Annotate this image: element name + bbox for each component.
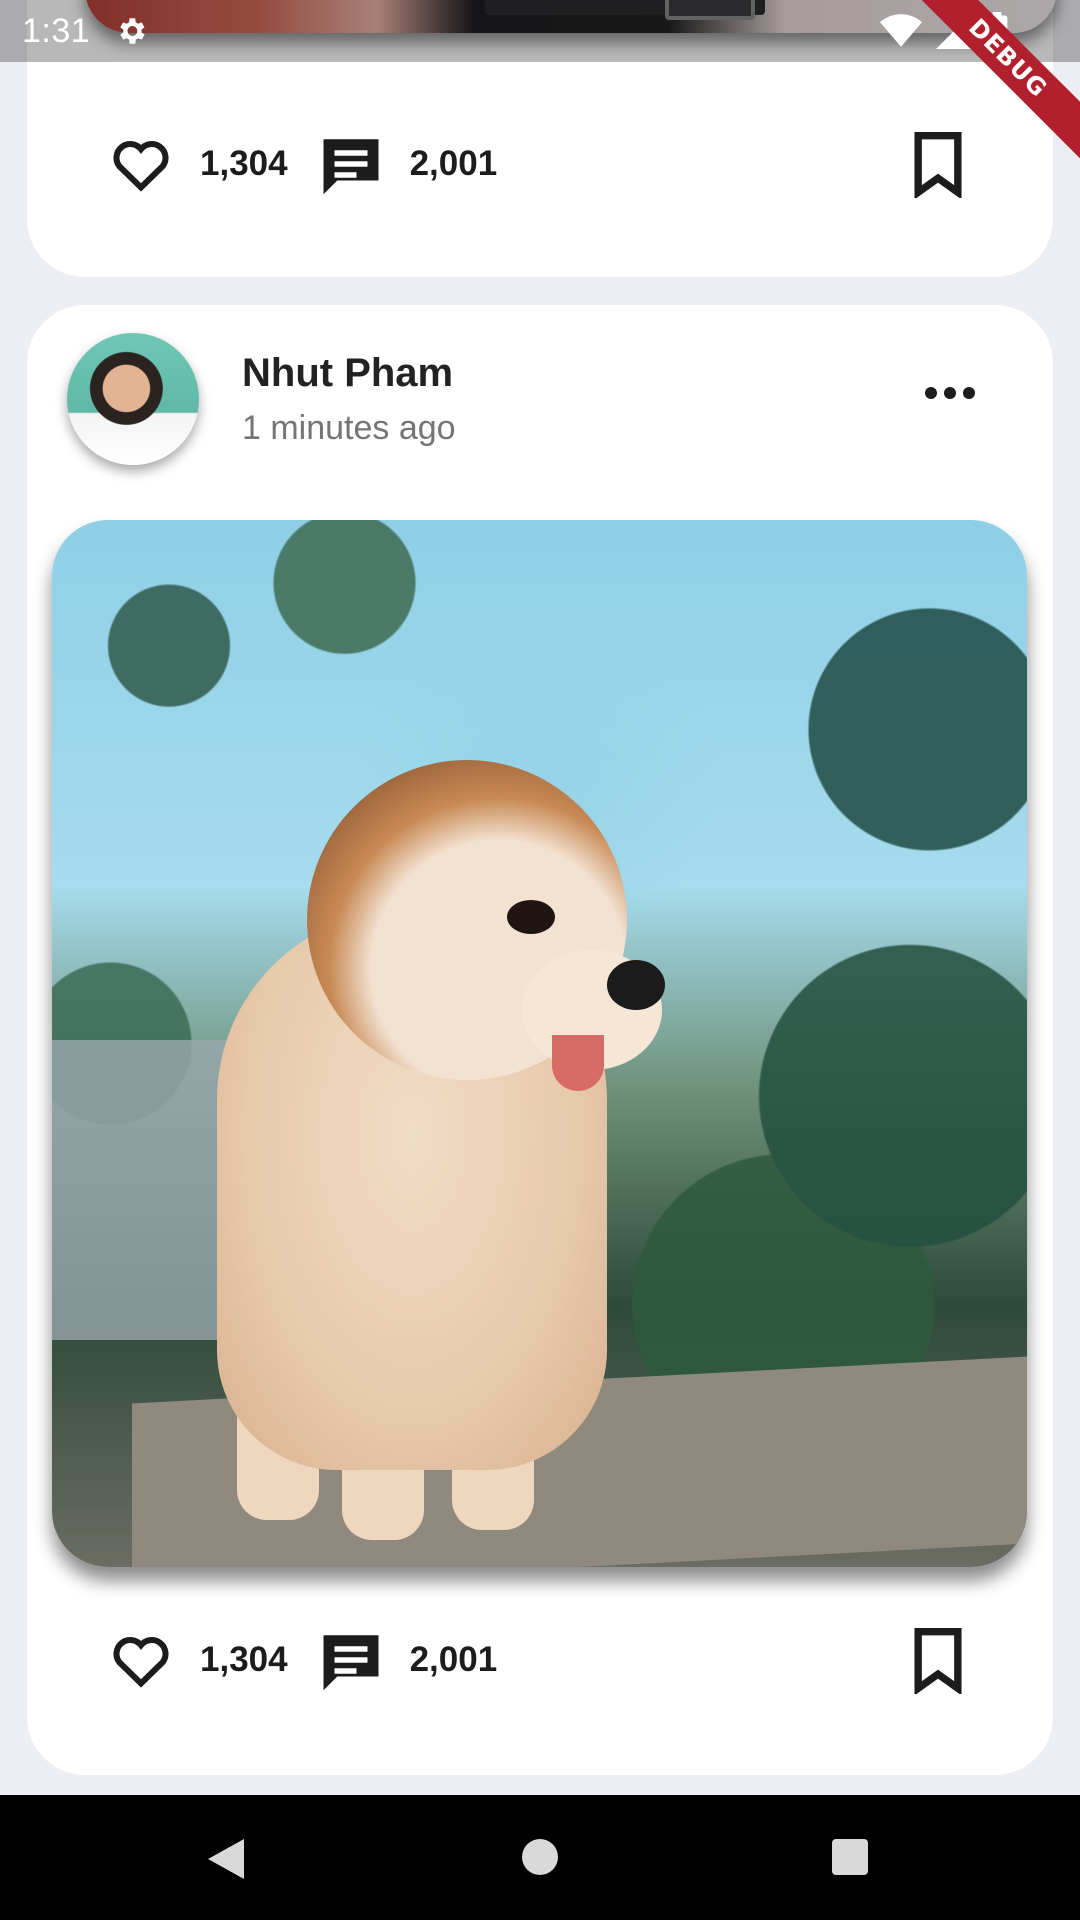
heart-icon[interactable] [108, 131, 174, 197]
more-dot [944, 387, 956, 399]
post-actions-previous: 1,304 2,001 [108, 124, 968, 204]
wifi-icon [880, 14, 922, 47]
status-bar: 1:31 [0, 0, 1080, 62]
back-icon[interactable] [204, 1835, 248, 1883]
bookmark-icon[interactable] [908, 1626, 968, 1694]
more-options-button[interactable] [925, 381, 975, 405]
comment-count: 2,001 [409, 1640, 498, 1679]
post-card: Nhut Pham 1 minutes ago [27, 305, 1053, 1775]
post-timestamp: 1 minutes ago [242, 409, 456, 447]
bookmark-icon[interactable] [908, 130, 968, 198]
home-icon[interactable] [520, 1837, 560, 1877]
dog-eye [507, 900, 555, 934]
status-time: 1:31 [22, 11, 91, 50]
gear-icon [120, 18, 145, 44]
more-dot [925, 387, 937, 399]
like-count: 1,304 [200, 144, 288, 183]
heart-icon[interactable] [108, 1627, 174, 1693]
post-photo[interactable] [52, 520, 1027, 1567]
comment-count: 2,001 [409, 144, 498, 183]
post-actions: 1,304 2,001 [108, 1620, 968, 1700]
comment-icon[interactable] [318, 131, 384, 197]
dog-tongue [552, 1035, 604, 1091]
recents-icon[interactable] [830, 1837, 870, 1877]
author-name[interactable]: Nhut Pham [242, 351, 453, 396]
nav-bar [0, 1795, 1080, 1920]
more-dot [963, 387, 975, 399]
dog-nose [607, 960, 665, 1010]
comment-icon[interactable] [318, 1627, 384, 1693]
avatar[interactable] [67, 333, 199, 465]
like-count: 1,304 [200, 1640, 288, 1679]
